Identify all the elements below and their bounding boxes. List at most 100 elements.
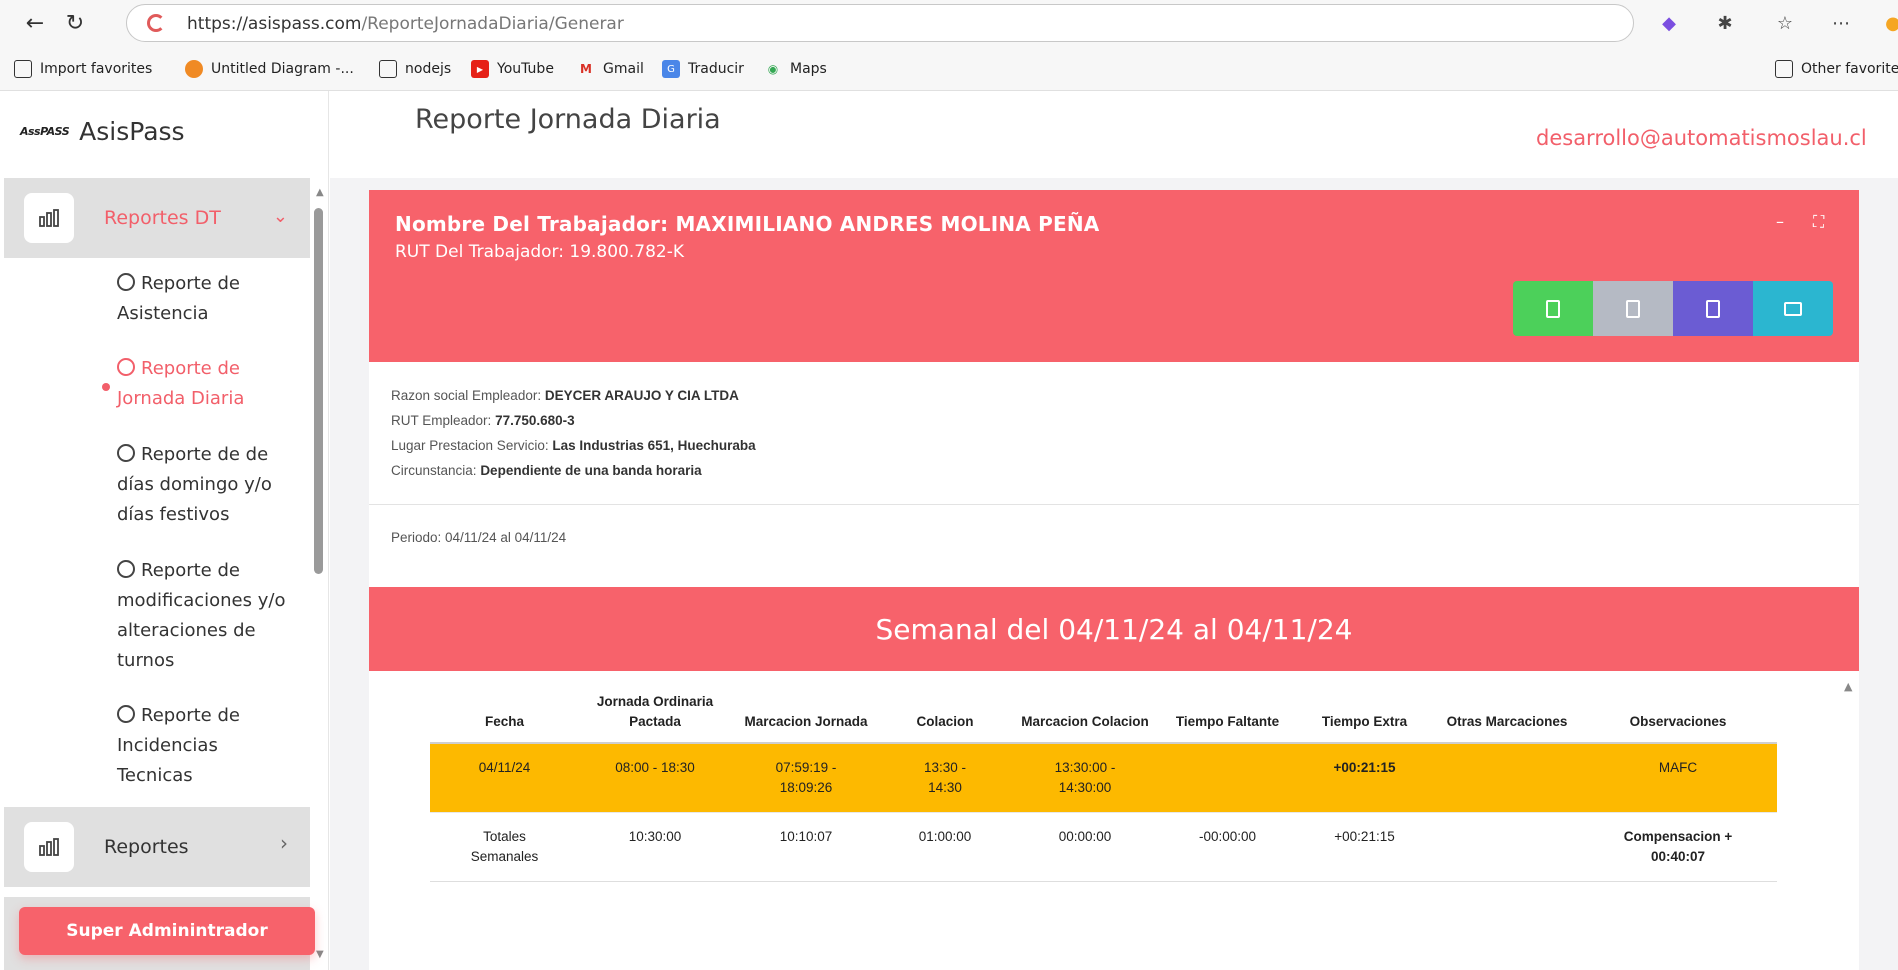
logo: AssPASS — [20, 125, 70, 138]
brand[interactable]: AssPASS AsisPass — [20, 117, 185, 146]
item-label: Reporte de modificaciones y/o alteracion… — [117, 560, 286, 671]
worker-rut: RUT Del Trabajador: 19.800.782-K — [395, 242, 684, 262]
favorites-icon[interactable]: ☆ — [1772, 10, 1798, 36]
bookmark-label: Traducir — [688, 61, 744, 77]
col-tiempo-extra: Tiempo Extra — [1294, 684, 1435, 744]
bookmark-other-favorites[interactable]: Other favorites — [1775, 54, 1898, 84]
menu-reportes-dt[interactable]: Reportes DT ⌄ — [4, 178, 310, 258]
minimize-icon[interactable]: – — [1776, 212, 1784, 231]
totals-row: Totales Semanales 10:30:00 10:10:07 01:0… — [430, 812, 1777, 882]
user-email[interactable]: desarrollo@automatismoslau.cl — [1536, 126, 1867, 150]
bar-chart-icon — [24, 193, 74, 243]
pdf-icon — [1626, 299, 1640, 318]
cell — [1161, 743, 1294, 813]
clock-icon — [117, 444, 135, 462]
menu-reportes[interactable]: Reportes › — [4, 807, 310, 887]
export-pdf-button[interactable] — [1593, 281, 1673, 336]
site-icon — [147, 14, 165, 32]
bookmark-label: Maps — [790, 61, 827, 77]
puzzle-icon[interactable]: ✱ — [1712, 10, 1738, 36]
cell: 10:30:00 — [579, 812, 731, 882]
clock-icon — [117, 273, 135, 291]
col-fecha: Fecha — [430, 684, 579, 744]
address-bar[interactable]: https://asispass.com/ReporteJornadaDiari… — [126, 4, 1634, 42]
cell: 00:00:00 — [1009, 812, 1161, 882]
worker-header: Nombre Del Trabajador: MAXIMILIANO ANDRE… — [369, 190, 1859, 362]
cell: Compensacion + 00:40:07 — [1579, 812, 1777, 882]
bookmark-label: Gmail — [603, 61, 644, 77]
item-label: Reporte de Jornada Diaria — [117, 358, 245, 409]
cell — [1435, 743, 1579, 813]
sidebar-item-asistencia[interactable]: Reporte de Asistencia — [117, 269, 287, 329]
print-button[interactable] — [1753, 281, 1833, 336]
copilot-icon[interactable]: ● — [1880, 10, 1898, 36]
employer-lugar: Lugar Prestacion Servicio: Las Industria… — [391, 438, 756, 453]
bookmark-label: Untitled Diagram -... — [211, 61, 354, 77]
folder-icon — [379, 60, 397, 78]
col-tiempo-faltante: Tiempo Faltante — [1161, 684, 1294, 744]
cell: +00:21:15 — [1294, 812, 1435, 882]
role-button[interactable]: Super Adminintrador — [19, 907, 315, 955]
bookmark-label: Other favorites — [1801, 61, 1898, 77]
folder-icon — [1775, 60, 1793, 78]
bookmark-nodejs[interactable]: nodejs — [379, 54, 451, 84]
col-marcacion-colacion: Marcacion Colacion — [1009, 684, 1161, 744]
cell: 10:10:07 — [731, 812, 881, 882]
fullscreen-icon[interactable]: ⛶ — [1813, 212, 1824, 232]
gmail-icon: M — [580, 62, 592, 76]
worker-name: Nombre Del Trabajador: MAXIMILIANO ANDRE… — [395, 212, 1100, 236]
employer-razon: Razon social Empleador: DEYCER ARAUJO Y … — [391, 388, 739, 403]
more-icon[interactable]: ⋯ — [1828, 10, 1854, 36]
col-colacion: Colacion — [881, 684, 1009, 744]
extension-icon[interactable]: ◆ — [1656, 10, 1682, 36]
bookmark-import-favorites[interactable]: Import favorites — [14, 54, 152, 84]
bookmark-label: nodejs — [405, 61, 452, 77]
export-xls-button[interactable] — [1513, 281, 1593, 336]
cell: +00:21:15 — [1294, 743, 1435, 813]
url-text: https://asispass.com/ReporteJornadaDiari… — [187, 14, 624, 34]
reload-icon[interactable]: ↻ — [60, 8, 90, 38]
item-label: Reporte de Incidencias Tecnicas — [117, 705, 240, 786]
clock-icon — [117, 560, 135, 578]
bookmark-gmail[interactable]: M Gmail — [577, 54, 644, 84]
col-otras-marcaciones: Otras Marcaciones — [1435, 684, 1579, 744]
bookmark-label: YouTube — [497, 61, 554, 77]
cell: Totales Semanales — [430, 812, 579, 882]
sidebar-scrollbar[interactable] — [314, 208, 323, 574]
brand-name: AsisPass — [79, 117, 185, 146]
printer-icon — [1784, 301, 1802, 316]
import-icon — [14, 60, 32, 78]
sidebar-item-incidencias[interactable]: Reporte de Incidencias Tecnicas — [117, 701, 287, 791]
chevron-down-icon: ⌄ — [272, 206, 288, 227]
back-icon[interactable]: ← — [20, 8, 50, 38]
export-doc-button[interactable] — [1673, 281, 1753, 336]
bookmark-label: Import favorites — [40, 61, 153, 77]
item-label: Reporte de Asistencia — [117, 273, 240, 324]
active-indicator — [102, 383, 110, 391]
cell: 07:59:19 - 18:09:26 — [731, 743, 881, 813]
xls-icon — [1546, 299, 1560, 318]
menu-label: Reportes — [104, 836, 189, 858]
bookmark-maps[interactable]: ◉ Maps — [764, 54, 827, 84]
menu-label: Reportes DT — [104, 207, 221, 229]
sidebar: AssPASS AsisPass Reportes DT ⌄ Reporte d… — [4, 91, 329, 970]
item-label: Reporte de de días domingo y/o días fest… — [117, 444, 272, 525]
cell: 08:00 - 18:30 — [579, 743, 731, 813]
clock-icon — [117, 705, 135, 723]
maps-icon: ◉ — [767, 62, 779, 76]
scroll-down-icon[interactable]: ▼ — [316, 949, 324, 960]
sidebar-item-jornada-diaria[interactable]: Reporte de Jornada Diaria — [117, 354, 287, 414]
report-card: Nombre Del Trabajador: MAXIMILIANO ANDRE… — [369, 190, 1859, 970]
sidebar-item-domingos[interactable]: Reporte de de días domingo y/o días fest… — [117, 440, 287, 530]
bookmark-untitled-diagram[interactable]: Untitled Diagram -... — [185, 54, 354, 84]
browser-chrome: ← ↻ https://asispass.com/ReporteJornadaD… — [0, 0, 1898, 91]
bookmarks-bar: Import favorites Untitled Diagram -... n… — [0, 54, 1898, 84]
cell: 04/11/24 — [430, 743, 579, 813]
sidebar-item-modificaciones[interactable]: Reporte de modificaciones y/o alteracion… — [117, 556, 287, 676]
scroll-up-icon[interactable]: ▲ — [316, 187, 324, 198]
table-scroll-up-icon[interactable]: ▲ — [1844, 680, 1852, 693]
bookmark-traducir[interactable]: G Traducir — [662, 54, 744, 84]
employer-circunstancia: Circunstancia: Dependiente de una banda … — [391, 463, 702, 478]
bookmark-youtube[interactable]: ▶ YouTube — [471, 54, 554, 84]
diagram-icon — [185, 60, 203, 78]
